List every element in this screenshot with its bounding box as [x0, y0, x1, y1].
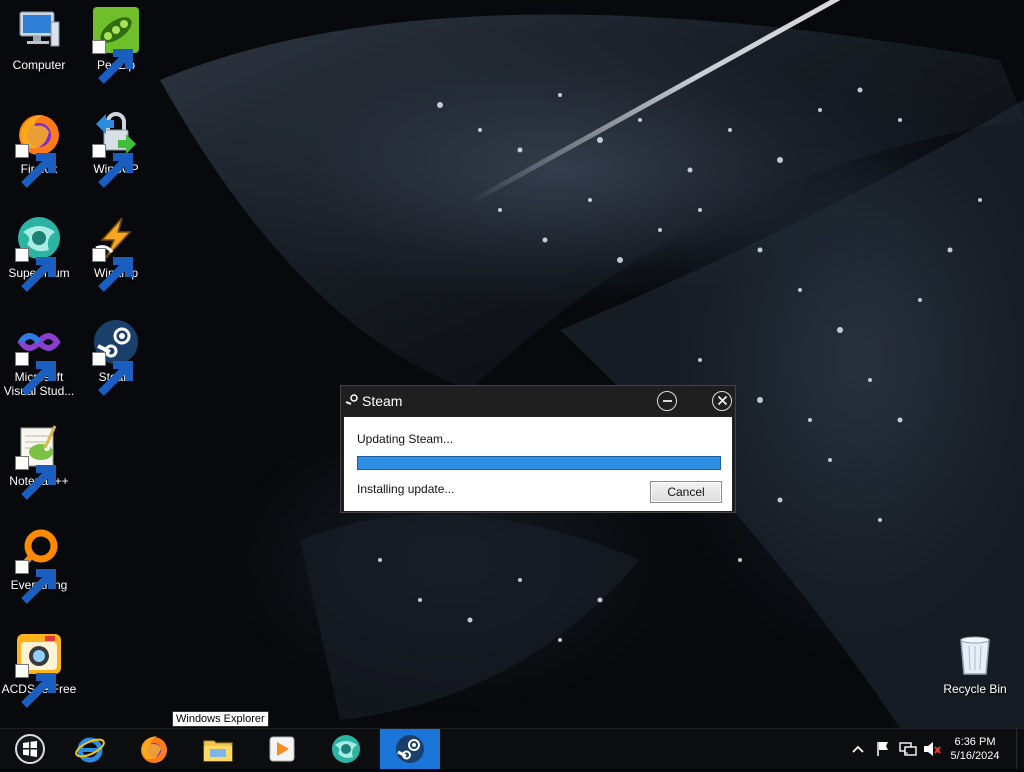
taskbar-item-internet-explorer[interactable]: [60, 729, 120, 769]
steam-icon: [345, 394, 358, 405]
clock-date: 5/16/2024: [950, 750, 1000, 762]
network-button[interactable]: [898, 729, 918, 769]
recycle-bin-icon: [951, 630, 999, 678]
progress-bar-fill: [358, 457, 720, 469]
shortcut-arrow-icon: [15, 352, 56, 396]
shortcut-arrow-icon: [15, 248, 56, 292]
close-button[interactable]: [712, 391, 732, 411]
supermium-icon: [15, 214, 63, 292]
taskbar-item-media-player[interactable]: [252, 729, 312, 769]
desktop-icon-acdsee[interactable]: ACDSee Free: [0, 624, 78, 708]
desktop-icon-supermium[interactable]: Supermium: [0, 208, 78, 292]
taskbar: 6:36 PM 5/16/2024: [0, 728, 1024, 769]
visual-studio-icon: [15, 318, 63, 396]
desktop-icon-notepadpp[interactable]: Notepad++: [0, 416, 78, 500]
minimize-icon: [662, 400, 672, 402]
computer-icon: [15, 6, 63, 54]
desktop-icon-winscp[interactable]: WinSCP: [77, 104, 155, 188]
taskbar-item-windows-explorer[interactable]: [188, 729, 248, 769]
shortcut-arrow-icon: [92, 40, 133, 84]
desktop-icon-steam[interactable]: Steam: [77, 312, 155, 396]
desktop-icon-label: Computer: [12, 58, 66, 72]
notepadpp-icon: [15, 422, 63, 500]
show-hidden-icons-button[interactable]: [850, 729, 866, 769]
supermium-icon: [332, 735, 360, 763]
dialog-body: Updating Steam... Installing update... C…: [344, 417, 732, 511]
cancel-button[interactable]: Cancel: [650, 481, 722, 503]
media-player-icon: [269, 736, 295, 762]
desktop-icon-peazip[interactable]: PeaZip: [77, 0, 155, 84]
minimize-button[interactable]: [657, 391, 677, 411]
taskbar-item-firefox[interactable]: [124, 729, 184, 769]
action-center-button[interactable]: [874, 729, 892, 769]
detail-text: Installing update...: [357, 482, 455, 496]
start-icon: [15, 734, 45, 764]
shortcut-arrow-icon: [15, 456, 56, 500]
steam-icon: [92, 318, 140, 396]
internet-explorer-icon: [75, 737, 105, 763]
shortcut-arrow-icon: [15, 144, 56, 188]
progress-bar: [357, 456, 721, 470]
windows-explorer-icon: [203, 740, 233, 762]
taskbar-tooltip: Windows Explorer: [172, 711, 269, 727]
steam-update-dialog: Steam Updating Steam... Installing updat…: [340, 385, 736, 513]
desktop-icon-computer[interactable]: Computer: [0, 0, 78, 72]
acdsee-icon: [15, 630, 63, 708]
desktop-icon-firefox[interactable]: Firefox: [0, 104, 78, 188]
desktop-icon-everything[interactable]: Everything: [0, 520, 78, 604]
shortcut-arrow-icon: [92, 352, 133, 396]
everything-icon: [15, 526, 63, 604]
steam-icon: [396, 735, 424, 763]
start-button[interactable]: [0, 729, 56, 769]
shortcut-arrow-icon: [92, 248, 133, 292]
shortcut-arrow-icon: [15, 560, 56, 604]
shortcut-arrow-icon: [15, 664, 56, 708]
winamp-icon: [92, 214, 140, 292]
volume-muted-icon: [924, 742, 941, 756]
volume-button[interactable]: [922, 729, 942, 769]
desktop-icon-winamp[interactable]: Winamp: [77, 208, 155, 292]
winscp-icon: [92, 110, 140, 188]
taskbar-item-steam[interactable]: [380, 729, 440, 769]
dialog-title: Steam: [362, 393, 403, 409]
firefox-icon: [15, 110, 63, 188]
status-text: Updating Steam...: [357, 432, 454, 446]
clock-time: 6:36 PM: [954, 736, 996, 748]
desktop-icon-recycle-bin[interactable]: Recycle Bin: [936, 624, 1014, 696]
show-desktop-button[interactable]: [1016, 729, 1024, 769]
clock[interactable]: 6:36 PM 5/16/2024: [942, 735, 1008, 763]
desktop-icon-label: Recycle Bin: [943, 682, 1007, 696]
show-hidden-icons-icon: [852, 745, 864, 753]
action-center-flag-icon: [877, 742, 888, 756]
network-icon: [899, 742, 917, 756]
peazip-icon: [92, 6, 140, 84]
firefox-icon: [141, 736, 167, 763]
dialog-titlebar[interactable]: Steam: [341, 386, 735, 416]
desktop-icon-visual-studio[interactable]: Microsoft Visual Stud...: [0, 312, 78, 398]
taskbar-item-supermium[interactable]: [316, 729, 376, 769]
shortcut-arrow-icon: [92, 144, 133, 188]
close-icon: [717, 395, 727, 406]
